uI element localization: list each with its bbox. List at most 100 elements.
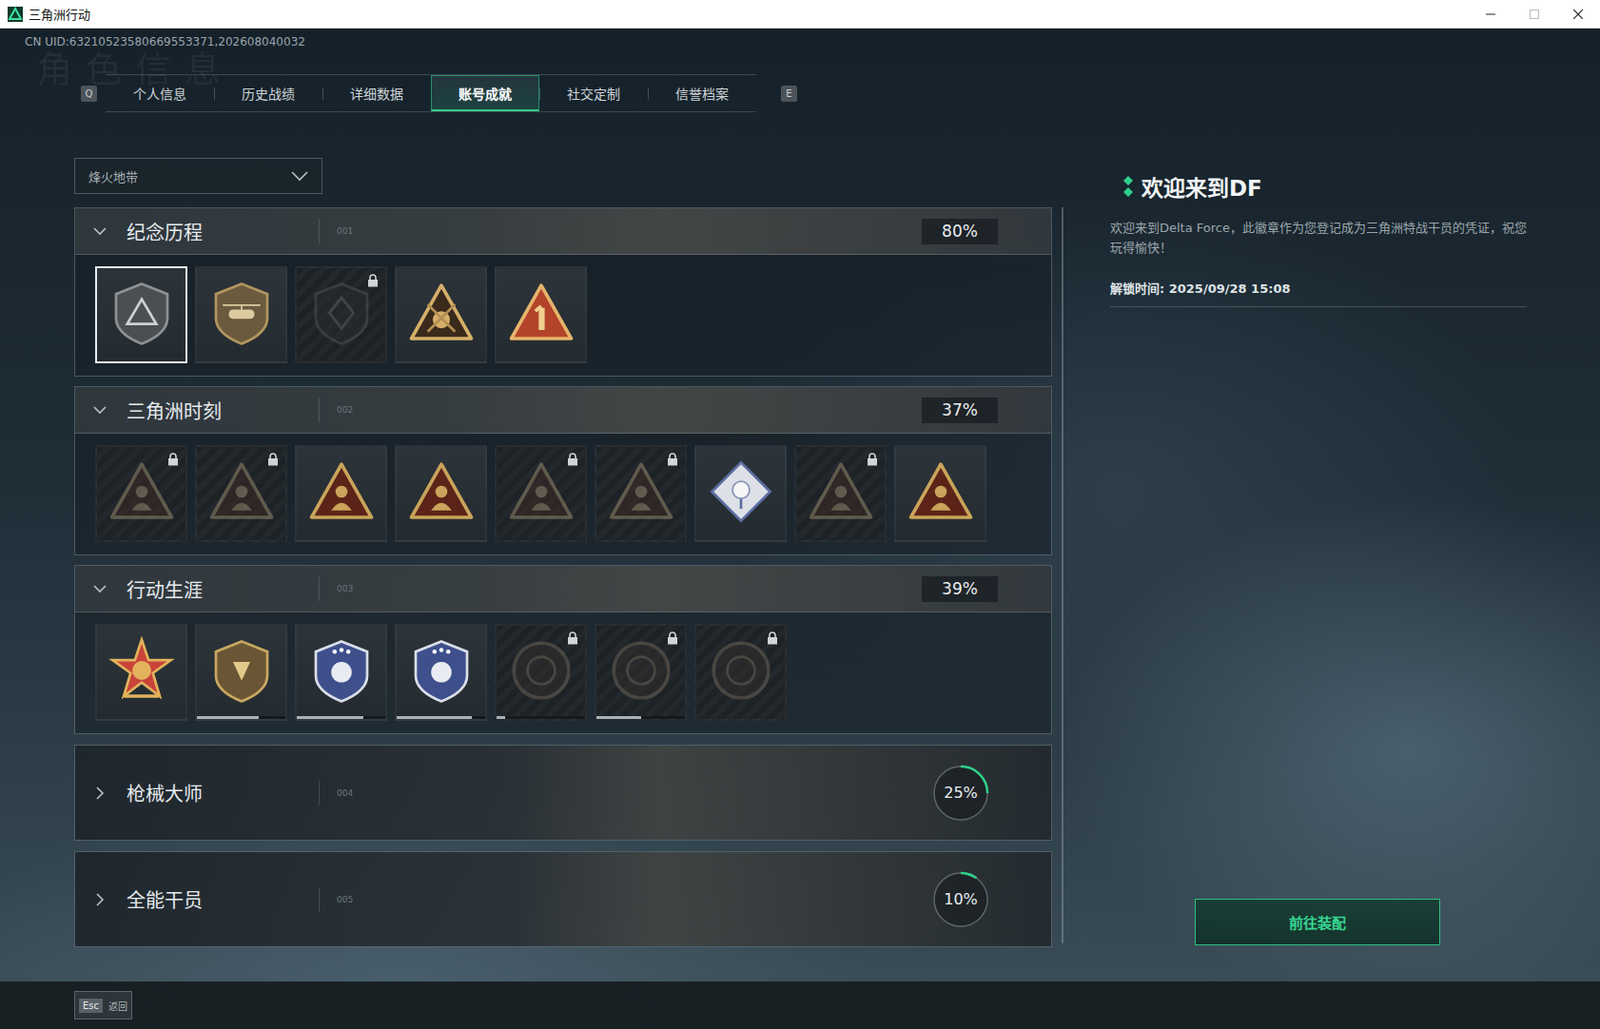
tab[interactable]: 账号成就 (430, 75, 540, 112)
mode-dropdown[interactable]: 烽火地带 (74, 157, 323, 195)
tab[interactable]: 详细数据 (322, 75, 431, 112)
progress-ring: 25% (931, 763, 991, 823)
badge-icon (407, 457, 476, 527)
badge-tile[interactable] (594, 624, 687, 722)
maximize-icon (1529, 9, 1540, 20)
badge-tile[interactable] (394, 624, 488, 722)
badge-icon (706, 457, 776, 527)
badge-progress-track (396, 716, 486, 720)
section-title: 枪械大师 (126, 779, 317, 807)
section-header[interactable]: 枪械大师00425% (75, 745, 1052, 840)
lock-icon (566, 452, 579, 467)
badge-icon-wrap (207, 636, 276, 709)
badge-icon-wrap (407, 636, 476, 709)
back-button[interactable]: Esc返回 (74, 991, 133, 1020)
progress-ring: 10% (931, 870, 991, 930)
chevron-down-icon[interactable] (92, 223, 108, 239)
badge-tile[interactable] (494, 445, 587, 543)
section-percent: 25% (931, 763, 991, 823)
badge-tile[interactable] (894, 445, 987, 543)
lock-icon (666, 452, 679, 467)
badge-progress-fill (196, 716, 259, 720)
tab-label: 详细数据 (350, 83, 404, 103)
badge-tile[interactable] (494, 624, 587, 722)
chevron-down-icon[interactable] (92, 402, 108, 418)
close-button[interactable] (1556, 0, 1600, 28)
badge-icon (806, 457, 876, 527)
dropdown-arrow-icon (291, 170, 309, 182)
achievement-section: 行动生涯00339% (74, 565, 1053, 735)
badge-tile[interactable] (594, 445, 687, 543)
maximize-button[interactable] (1512, 0, 1557, 28)
badge-tile[interactable] (195, 624, 288, 722)
minimize-button[interactable] (1468, 0, 1513, 28)
badge-tile[interactable] (195, 266, 288, 364)
prev-tab-key[interactable]: Q (80, 85, 98, 102)
badge-icon-wrap (507, 278, 576, 352)
badge-icon (507, 278, 576, 348)
badge-icon-wrap (107, 457, 176, 530)
section-divider (318, 780, 320, 806)
chevron-right-icon[interactable] (92, 892, 108, 908)
badge-icon (207, 636, 276, 705)
section-title: 纪念历程 (126, 217, 317, 246)
tab[interactable]: 个人信息 (105, 75, 215, 112)
uid-label: CN UID:63210523580669553371,202608040032 (24, 34, 1600, 50)
badge-icon (307, 278, 376, 348)
badge-tile[interactable] (95, 266, 188, 364)
badge-icon-wrap (906, 457, 976, 530)
badge-tile[interactable] (95, 445, 188, 543)
window-title: 三角洲行动 (28, 4, 91, 23)
badge-icon-wrap (107, 636, 176, 709)
achievement-section: 全能干员 005 10% (74, 851, 1053, 948)
badge-icon-wrap (706, 457, 776, 530)
badge-tile[interactable] (294, 266, 388, 364)
section-number: 005 (336, 895, 353, 905)
badge-icon-wrap (507, 457, 576, 530)
badge-icon-wrap (407, 278, 476, 352)
next-tab-key[interactable]: E (780, 85, 798, 102)
badge-tile[interactable] (694, 445, 787, 543)
badge-tile[interactable] (95, 624, 188, 722)
main-row: 烽火地带纪念历程00180%三角洲时刻00237%行动生涯00339%枪械大师0… (74, 157, 1600, 948)
tab-label: 信誉档案 (675, 83, 729, 103)
chevron-right-icon[interactable] (92, 785, 108, 801)
tab[interactable]: 社交定制 (539, 75, 648, 112)
badge-progress-track (596, 716, 685, 720)
tab[interactable]: 信誉档案 (647, 75, 757, 112)
badge-tile[interactable] (394, 445, 488, 543)
scrollbar[interactable] (1061, 207, 1064, 944)
section-title: 全能干员 (126, 885, 317, 914)
badge-tile[interactable] (394, 266, 488, 364)
badge-icon (107, 636, 176, 705)
badge-tile[interactable] (794, 445, 887, 543)
badge-icon (906, 457, 976, 527)
badge-tile[interactable] (195, 445, 288, 543)
badge-tile[interactable] (294, 624, 388, 722)
section-header[interactable]: 纪念历程00180% (75, 208, 1052, 255)
tab[interactable]: 历史战绩 (214, 75, 323, 112)
section-title: 行动生涯 (126, 575, 317, 604)
badge-progress-fill (396, 716, 472, 720)
detail-title: 欢迎来到DF (1141, 170, 1263, 203)
badge-icon-wrap (307, 636, 376, 709)
chevron-down-icon[interactable] (92, 581, 108, 597)
badge-tile[interactable] (694, 624, 787, 722)
badge-tile[interactable] (294, 445, 388, 543)
badge-progress-fill (496, 716, 506, 720)
equip-button[interactable]: 前往装配 (1194, 898, 1441, 946)
badge-icon (407, 278, 476, 348)
badge-icon (606, 457, 676, 527)
detail-description: 欢迎来到Delta Force，此徽章作为您登记成为三角洲特战干员的凭证，祝您玩… (1110, 217, 1527, 258)
tab-bar: Q 个人信息历史战绩 详细数据 账号成就 社交定制 信誉档案 E (80, 74, 1600, 113)
section-divider (318, 887, 320, 913)
badge-icon (507, 457, 576, 527)
section-header[interactable]: 全能干员 005 10% (75, 852, 1052, 947)
badge-tile[interactable] (494, 266, 587, 364)
section-header[interactable]: 行动生涯00339% (75, 565, 1052, 613)
section-header[interactable]: 三角洲时刻00237% (75, 387, 1052, 434)
tab-label: 账号成就 (458, 83, 512, 103)
section-percent: 10% (931, 870, 991, 930)
badge-icon (407, 636, 476, 705)
badge-icon (207, 278, 276, 348)
